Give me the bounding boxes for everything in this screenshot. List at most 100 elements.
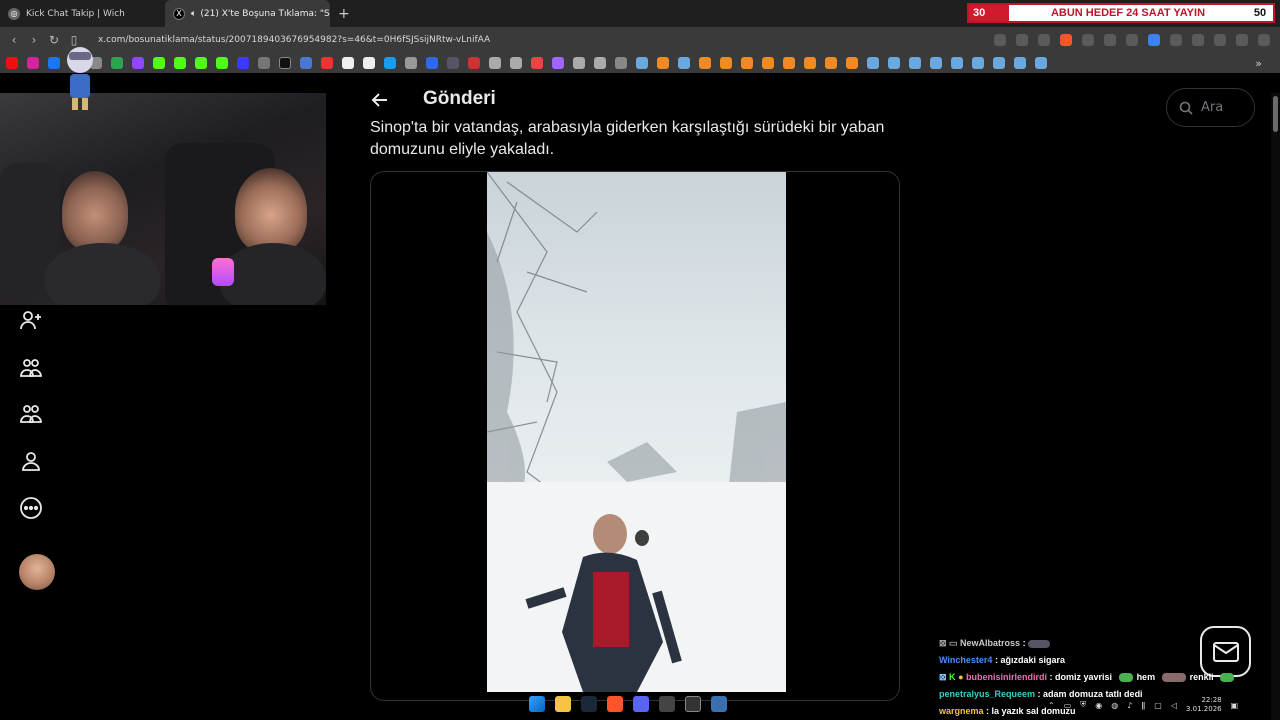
extension-icon[interactable]: [1148, 34, 1160, 46]
bookmark-icon[interactable]: [531, 57, 543, 69]
bookmark-icon[interactable]: [237, 57, 249, 69]
bookmark-icon[interactable]: [594, 57, 606, 69]
follow-user-icon[interactable]: [19, 308, 43, 332]
scrollbar[interactable]: [1271, 93, 1280, 720]
brave-shield-icon[interactable]: [1060, 34, 1072, 46]
menu-icon[interactable]: [1258, 34, 1270, 46]
new-tab-button[interactable]: +: [338, 6, 350, 22]
bookmark-icon[interactable]: [930, 57, 942, 69]
share-icon[interactable]: [1038, 34, 1050, 46]
communities-icon[interactable]: [19, 356, 43, 380]
bookmark-icon[interactable]: [720, 57, 732, 69]
kick-bookmark-icon[interactable]: [195, 57, 207, 69]
bookmark-icon[interactable]: [321, 57, 333, 69]
extension-icon[interactable]: [1082, 34, 1094, 46]
more-bookmarks-icon[interactable]: »: [1255, 57, 1262, 70]
bookmark-icon[interactable]: [825, 57, 837, 69]
bookmark-icon[interactable]: [468, 57, 480, 69]
bookmark-icon[interactable]: [258, 57, 270, 69]
bookmark-icon[interactable]: [363, 57, 375, 69]
bookmark-icon[interactable]: [426, 57, 438, 69]
bookmark-icon[interactable]: [867, 57, 879, 69]
bookmark-icon[interactable]: [405, 57, 417, 69]
discord-icon[interactable]: [633, 696, 649, 712]
kick-bookmark-icon[interactable]: [174, 57, 186, 69]
chat-icon[interactable]: ▢: [1154, 701, 1162, 710]
chevron-up-icon[interactable]: ⌃: [1048, 701, 1055, 710]
bookmark-icon[interactable]: [846, 57, 858, 69]
bookmark-icon[interactable]: [300, 57, 312, 69]
bookmark-icon[interactable]: [762, 57, 774, 69]
steam-icon[interactable]: [581, 696, 597, 712]
folder-bookmark-icon[interactable]: [615, 57, 627, 69]
speaker-icon[interactable]: ◁: [1171, 701, 1177, 710]
bookmark-icon[interactable]: [699, 57, 711, 69]
steam-tray-icon[interactable]: ◉: [1095, 701, 1102, 710]
bookmark-icon[interactable]: [573, 57, 585, 69]
obs-icon[interactable]: [685, 696, 701, 712]
bookmark-icon[interactable]: [489, 57, 501, 69]
scrollbar-thumb[interactable]: [1273, 96, 1278, 132]
facebook-bookmark-icon[interactable]: [48, 57, 60, 69]
bookmark-icon[interactable]: [552, 57, 564, 69]
extension-icon[interactable]: [1104, 34, 1116, 46]
brave-browser-icon[interactable]: [607, 696, 623, 712]
network-icon[interactable]: ◍: [1111, 701, 1118, 710]
bookmark-icon[interactable]: [1035, 57, 1047, 69]
windows-start-icon[interactable]: [529, 696, 545, 712]
bookmark-icon[interactable]: [804, 57, 816, 69]
account-avatar[interactable]: [19, 554, 55, 590]
zoom-icon[interactable]: [1016, 34, 1028, 46]
youtube-bookmark-icon[interactable]: [6, 57, 18, 69]
x-bookmark-icon[interactable]: [279, 57, 291, 69]
app-icon[interactable]: [711, 696, 727, 712]
bookmark-icon[interactable]: [636, 57, 648, 69]
system-clock[interactable]: 22:28 3.01.2026: [1186, 696, 1222, 714]
bookmark-icon[interactable]: [1014, 57, 1026, 69]
microphone-icon[interactable]: ǁ: [1141, 701, 1145, 710]
bookmark-icon[interactable]: [678, 57, 690, 69]
post-media[interactable]: [370, 171, 900, 701]
back-nav-icon[interactable]: ‹: [4, 33, 24, 47]
extension-icon[interactable]: [1170, 34, 1182, 46]
puzzle-icon[interactable]: [1192, 34, 1204, 46]
bookmark-icon[interactable]: [741, 57, 753, 69]
url-field[interactable]: x.com/bosunatiklama/status/2007189403676…: [98, 35, 490, 45]
extension-icon[interactable]: [1126, 34, 1138, 46]
bookmark-icon[interactable]: [888, 57, 900, 69]
groups-icon[interactable]: [19, 402, 43, 426]
forward-nav-icon[interactable]: ›: [24, 33, 44, 47]
volume-icon[interactable]: ♪: [1127, 701, 1132, 710]
video-player[interactable]: [487, 172, 786, 692]
shield-icon[interactable]: ⛨: [1080, 700, 1086, 710]
app-icon[interactable]: [659, 696, 675, 712]
back-arrow-icon[interactable]: [370, 90, 390, 110]
bookmark-icon[interactable]: [951, 57, 963, 69]
tab-kick-chat[interactable]: ◎ Kick Chat Takip | Wich: [0, 0, 165, 27]
bookmark-icon[interactable]: [972, 57, 984, 69]
kick-bookmark-icon[interactable]: [216, 57, 228, 69]
bookmark-icon[interactable]: [993, 57, 1005, 69]
bookmark-icon[interactable]: [783, 57, 795, 69]
kick-bookmark-icon[interactable]: [153, 57, 165, 69]
file-explorer-icon[interactable]: [555, 696, 571, 712]
playlist-icon[interactable]: [1236, 34, 1248, 46]
notification-icon[interactable]: ▣: [1231, 701, 1239, 710]
bookmark-icon[interactable]: [447, 57, 459, 69]
extension-icon[interactable]: [994, 34, 1006, 46]
instagram-bookmark-icon[interactable]: [27, 57, 39, 69]
bookmark-icon[interactable]: [384, 57, 396, 69]
more-options-icon[interactable]: [19, 496, 43, 520]
search-box[interactable]: Ara: [1166, 88, 1255, 127]
tab-x-post[interactable]: X 🔈︎ (21) X'te Boşuna Tıklama: "Sin ✕: [165, 0, 330, 27]
twitch-bookmark-icon[interactable]: [132, 57, 144, 69]
bookmark-icon[interactable]: [909, 57, 921, 69]
bookmark-icon[interactable]: [510, 57, 522, 69]
profile-icon[interactable]: [19, 449, 43, 473]
bookmark-icon[interactable]: [657, 57, 669, 69]
sidebar-icon[interactable]: [1214, 34, 1226, 46]
bookmark-icon[interactable]: [342, 57, 354, 69]
speaker-icon[interactable]: 🔈︎: [191, 9, 196, 19]
bookmark-icon[interactable]: [111, 57, 123, 69]
tray-app-icon[interactable]: ▭: [1064, 701, 1072, 710]
